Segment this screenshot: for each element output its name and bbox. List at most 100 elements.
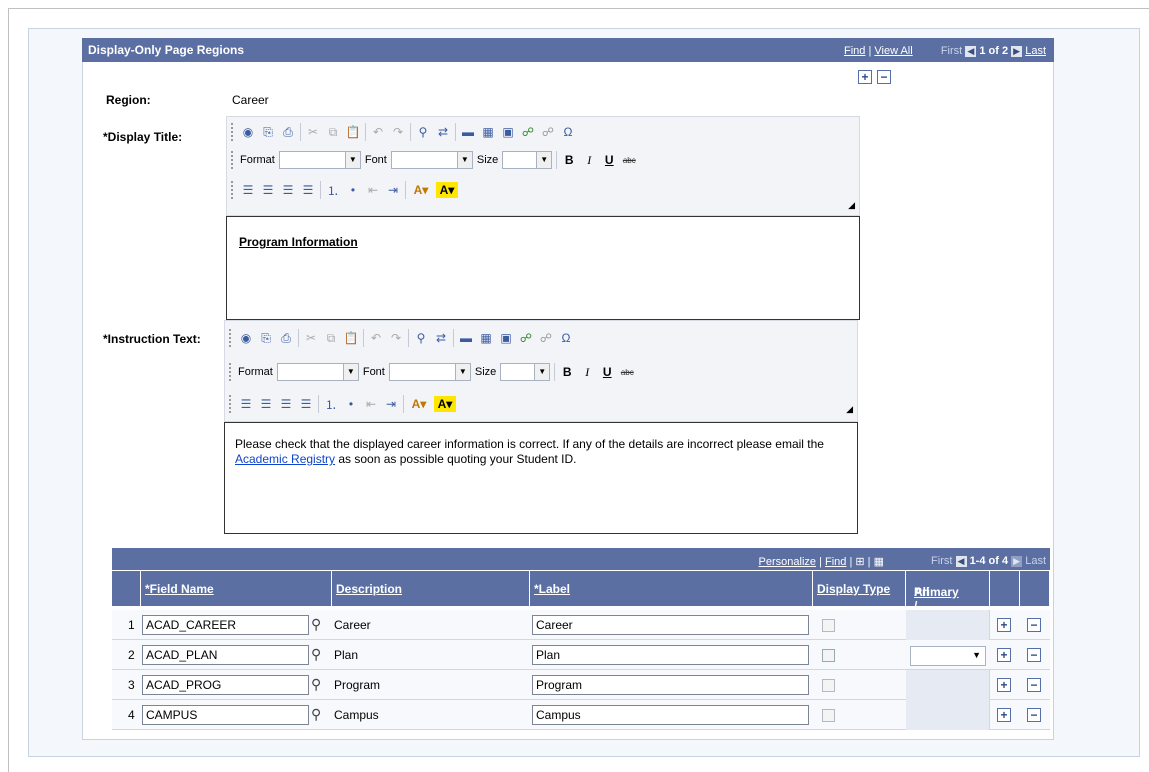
label-input[interactable]: Career (532, 615, 809, 635)
link-icon[interactable]: ☍ (518, 330, 534, 346)
label-input[interactable]: Program (532, 675, 809, 695)
last-link[interactable]: Last (1025, 45, 1046, 57)
text-color-icon[interactable]: A▾ (408, 396, 430, 412)
delete-row-icon[interactable]: − (1027, 708, 1041, 722)
replace-icon[interactable]: ⇄ (435, 124, 451, 140)
undo-icon[interactable]: ↶ (368, 330, 384, 346)
display-type-checkbox[interactable] (822, 649, 835, 662)
italic-icon[interactable]: I (579, 364, 595, 380)
print-icon[interactable]: ⎙ (278, 330, 294, 346)
find-icon[interactable]: ⚲ (415, 124, 431, 140)
italic-icon[interactable]: I (581, 152, 597, 168)
indent-icon[interactable]: ⇥ (383, 396, 399, 412)
instruction-text-editor[interactable]: Please check that the displayed career i… (224, 422, 858, 534)
format-select[interactable]: ▼ (276, 363, 359, 381)
cut-icon[interactable]: ✂ (303, 330, 319, 346)
view-all-link[interactable]: View All (874, 45, 912, 57)
preview-icon[interactable]: ⎘ (260, 124, 276, 140)
strikethrough-icon[interactable]: abc (619, 364, 635, 380)
bullet-list-icon[interactable]: • (345, 182, 361, 198)
underline-icon[interactable]: U (599, 364, 615, 380)
delete-row-icon[interactable]: − (1027, 618, 1041, 632)
justify-icon[interactable]: ☰ (300, 182, 316, 198)
display-type-checkbox[interactable] (822, 709, 835, 722)
label-header[interactable]: *Label (530, 570, 813, 606)
lookup-icon[interactable]: ⚲ (311, 616, 321, 633)
field-name-header[interactable]: *Field Name (141, 570, 332, 606)
lookup-icon[interactable]: ⚲ (311, 676, 321, 693)
align-left-icon[interactable]: ☰ (240, 182, 256, 198)
horizontal-rule-icon[interactable]: ▬ (460, 124, 476, 140)
table-icon[interactable]: ▦ (478, 330, 494, 346)
add-row-icon[interactable]: + (997, 678, 1011, 692)
font-select[interactable]: ▼ (390, 151, 473, 169)
background-color-icon[interactable]: A▾ (436, 182, 458, 198)
find-link[interactable]: Find (844, 45, 865, 57)
description-header[interactable]: Description (332, 570, 530, 606)
size-select[interactable]: ▼ (500, 363, 551, 381)
lookup-icon[interactable]: ⚲ (311, 646, 321, 663)
next-arrow-icon[interactable]: ▶ (1011, 45, 1023, 57)
image-icon[interactable]: ▣ (500, 124, 516, 140)
align-right-icon[interactable]: ☰ (278, 396, 294, 412)
bold-icon[interactable]: B (559, 364, 575, 380)
find-icon[interactable]: ⚲ (413, 330, 429, 346)
undo-icon[interactable]: ↶ (370, 124, 386, 140)
source-icon[interactable]: ◉ (238, 330, 254, 346)
replace-icon[interactable]: ⇄ (433, 330, 449, 346)
field-name-input[interactable]: ACAD_PLAN (142, 645, 309, 665)
copy-icon[interactable]: ⧉ (325, 124, 341, 140)
display-title-editor[interactable]: Program Information (226, 216, 860, 320)
text-color-icon[interactable]: A▾ (410, 182, 432, 198)
label-input[interactable]: Plan (532, 645, 809, 665)
paste-icon[interactable]: 📋 (343, 330, 359, 346)
display-type-checkbox[interactable] (822, 619, 835, 632)
align-center-icon[interactable]: ☰ (258, 396, 274, 412)
view-all-icon[interactable]: ⊞ (855, 556, 864, 568)
outdent-icon[interactable]: ⇤ (365, 182, 381, 198)
add-row-icon[interactable]: + (997, 618, 1011, 632)
preview-icon[interactable]: ⎘ (258, 330, 274, 346)
next-arrow-icon[interactable]: ▶ (1011, 555, 1023, 567)
copy-icon[interactable]: ⧉ (323, 330, 339, 346)
delete-row-icon[interactable]: − (1027, 648, 1041, 662)
field-name-input[interactable]: ACAD_CAREER (142, 615, 309, 635)
background-color-icon[interactable]: A▾ (434, 396, 456, 412)
cut-icon[interactable]: ✂ (305, 124, 321, 140)
image-icon[interactable]: ▣ (498, 330, 514, 346)
redo-icon[interactable]: ↷ (388, 330, 404, 346)
label-input[interactable]: Campus (532, 705, 809, 725)
font-select[interactable]: ▼ (388, 363, 471, 381)
outdent-icon[interactable]: ⇤ (363, 396, 379, 412)
redo-icon[interactable]: ↷ (390, 124, 406, 140)
bold-icon[interactable]: B (561, 152, 577, 168)
field-name-input[interactable]: CAMPUS (142, 705, 309, 725)
format-select[interactable]: ▼ (278, 151, 361, 169)
grid-find-link[interactable]: Find (825, 556, 846, 568)
bullet-list-icon[interactable]: • (343, 396, 359, 412)
numbered-list-icon[interactable]: ⒈ (323, 396, 339, 412)
justify-icon[interactable]: ☰ (298, 396, 314, 412)
display-type-checkbox[interactable] (822, 679, 835, 692)
size-select[interactable]: ▼ (502, 151, 553, 169)
lookup-icon[interactable]: ⚲ (311, 706, 321, 723)
strikethrough-icon[interactable]: abc (621, 152, 637, 168)
add-row-icon[interactable]: + (858, 70, 872, 84)
unlink-icon[interactable]: ☍ (538, 330, 554, 346)
download-icon[interactable]: ▦ (874, 556, 884, 568)
field-name-input[interactable]: ACAD_PROG (142, 675, 309, 695)
personalize-link[interactable]: Personalize (759, 556, 816, 568)
prev-arrow-icon[interactable]: ◀ (965, 45, 977, 57)
unlink-icon[interactable]: ☍ (540, 124, 556, 140)
primary-all-select[interactable]: ▼ (910, 646, 986, 666)
paste-icon[interactable]: 📋 (345, 124, 361, 140)
remove-row-icon[interactable]: − (877, 70, 891, 84)
align-left-icon[interactable]: ☰ (238, 396, 254, 412)
table-icon[interactable]: ▦ (480, 124, 496, 140)
primary-all-header[interactable]: Primary / All (906, 570, 990, 613)
align-right-icon[interactable]: ☰ (280, 182, 296, 198)
resize-handle-icon[interactable]: ◢ (848, 200, 855, 211)
add-row-icon[interactable]: + (997, 708, 1011, 722)
prev-arrow-icon[interactable]: ◀ (955, 555, 967, 567)
link-icon[interactable]: ☍ (520, 124, 536, 140)
